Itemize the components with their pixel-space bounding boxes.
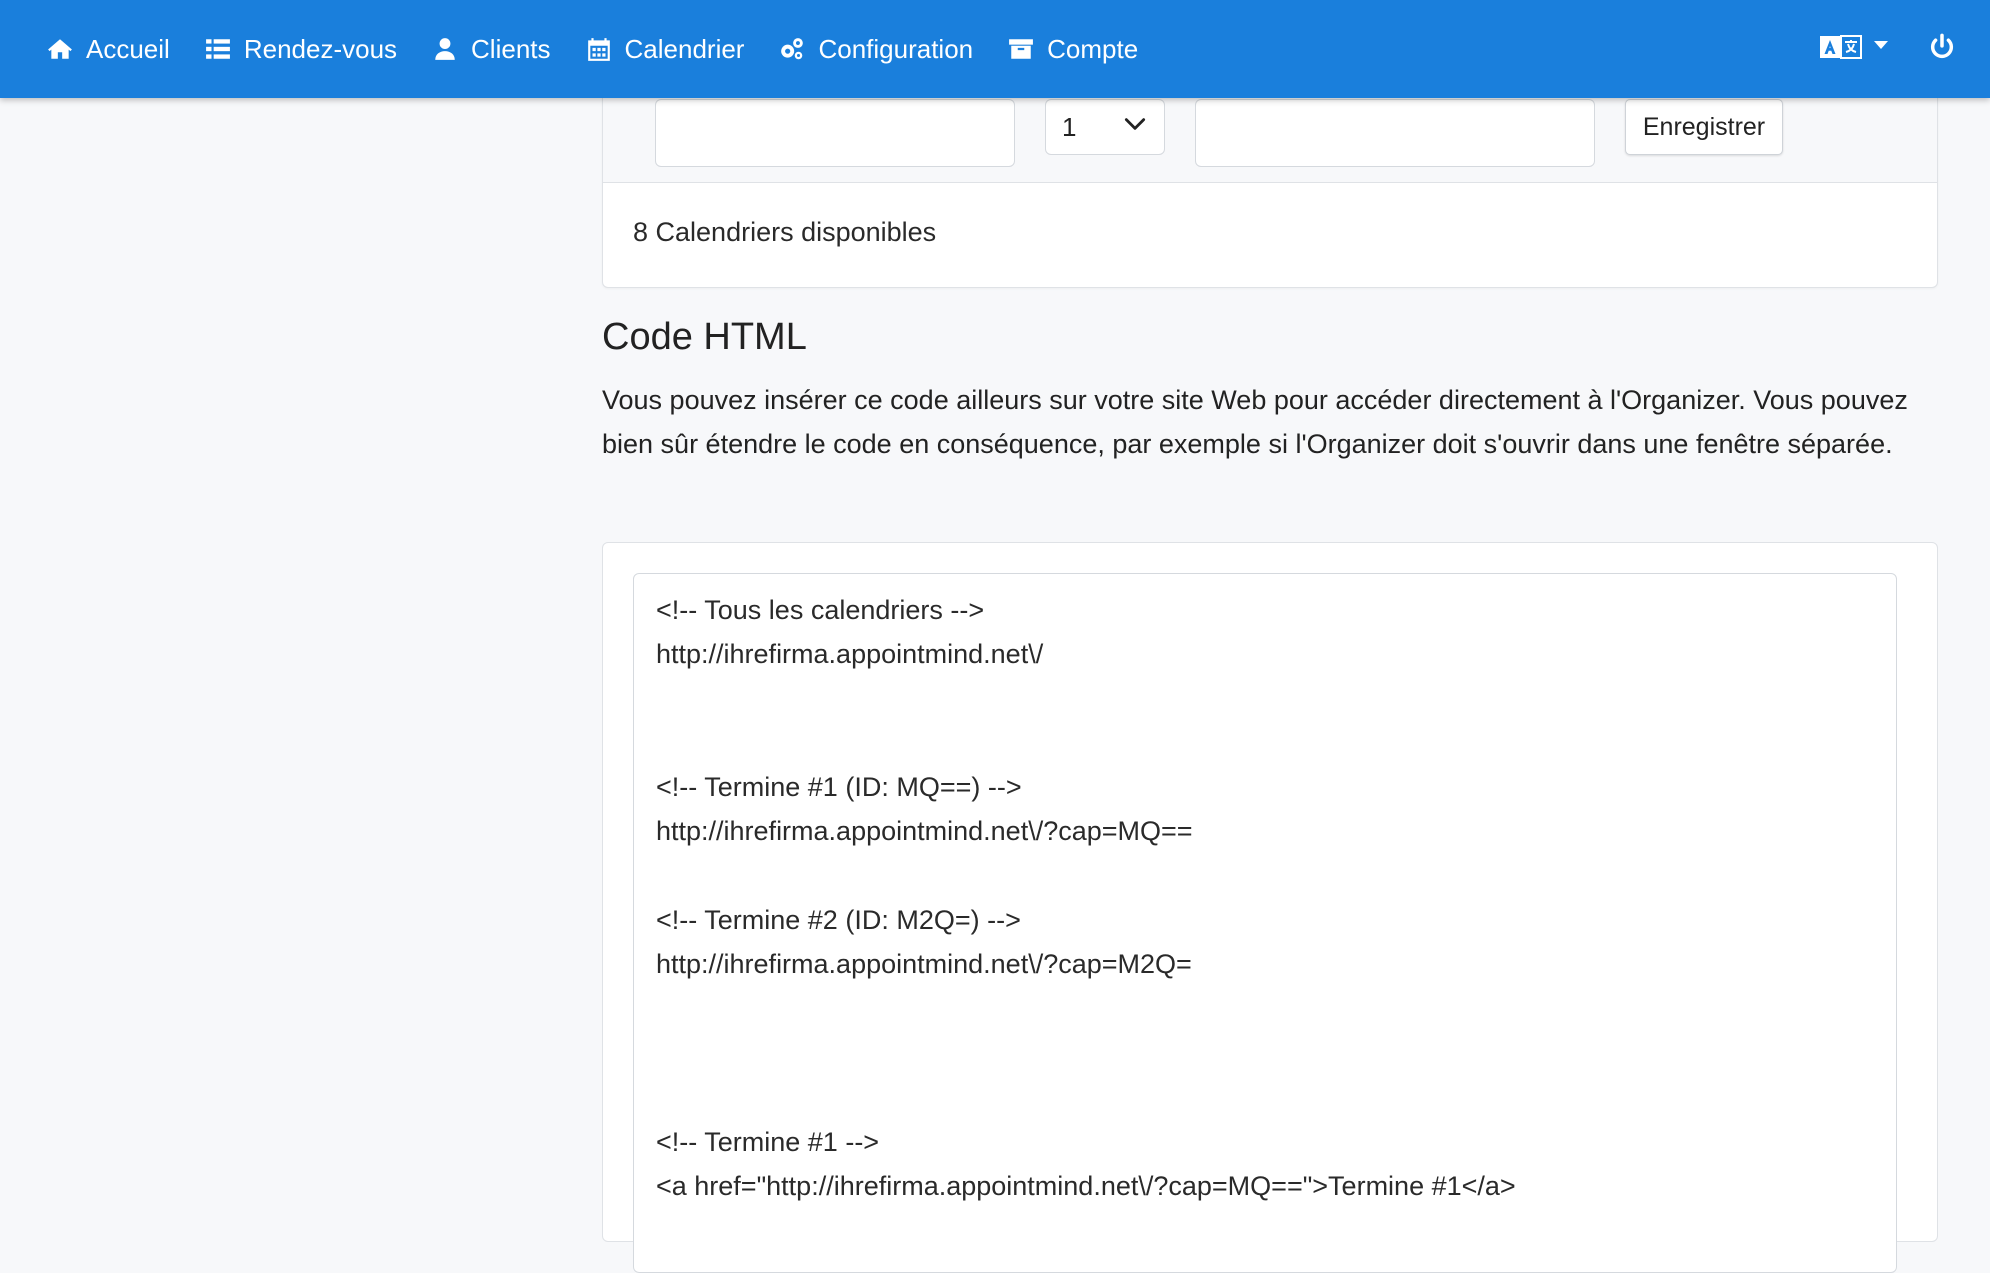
user-icon — [431, 35, 459, 63]
save-button[interactable]: Enregistrer — [1625, 99, 1783, 155]
quantity-select[interactable]: 1 — [1045, 99, 1165, 155]
select-value: 1 — [1062, 111, 1077, 142]
language-dropdown[interactable] — [1820, 34, 1888, 65]
nav-item-configuration[interactable]: Configuration — [778, 34, 973, 65]
calendars-count: 8 Calendriers disponibles — [633, 217, 937, 247]
nav-label: Accueil — [86, 33, 170, 64]
nav-label: Calendrier — [624, 33, 745, 64]
code-line: <!-- Termine #2 (ID: M2Q=) --> — [656, 905, 1021, 936]
logout-button[interactable] — [1928, 33, 1956, 66]
nav-right — [1820, 33, 1956, 66]
nav-label: Clients — [471, 33, 551, 64]
nav-item-clients[interactable]: Clients — [431, 33, 551, 65]
code-line: <!-- Tous les calendriers --> — [656, 595, 985, 625]
translate-icon — [1820, 34, 1862, 65]
power-icon — [1928, 33, 1956, 66]
code-line: <!-- Termine #1 (ID: MQ==) --> — [656, 772, 1022, 803]
code-line: <a href="http://ihrefirma.appointmind.ne… — [656, 1170, 1516, 1201]
section-title: Code HTML — [602, 316, 807, 358]
calendar-icon — [585, 35, 613, 63]
nav-item-compte[interactable]: Compte — [1007, 34, 1138, 65]
chevron-down-icon — [1122, 111, 1148, 144]
section-description: Vous pouvez insérer ce code ailleurs sur… — [602, 385, 1908, 459]
calendar-value-input[interactable] — [1195, 99, 1595, 167]
cogs-icon — [778, 35, 806, 63]
nav-label: Compte — [1047, 33, 1139, 64]
chevron-down-icon — [1874, 41, 1888, 49]
code-line: http://ihrefirma.appointmind.net\/?cap=M… — [656, 816, 1193, 847]
top-navbar: Accueil Rendez-vous Clients Calendrier C… — [0, 0, 1990, 98]
code-line: http://ihrefirma.appointmind.net\/?cap=M… — [656, 949, 1192, 980]
nav-label: Rendez-vous — [243, 33, 398, 64]
list-icon — [204, 35, 232, 63]
code-line: <!-- Termine #1 --> — [656, 1126, 880, 1157]
archive-icon — [1007, 35, 1035, 63]
nav-item-calendrier[interactable]: Calendrier — [585, 33, 745, 65]
nav-item-accueil[interactable]: Accueil — [46, 34, 170, 65]
nav-item-rendez-vous[interactable]: Rendez-vous — [204, 34, 397, 65]
code-line: http://ihrefirma.appointmind.net\/ — [656, 639, 1044, 670]
calendar-name-input[interactable] — [655, 99, 1015, 167]
home-icon — [46, 35, 74, 63]
html-code-card: <!-- Tous les calendriers --> http://ihr… — [602, 542, 1938, 1273]
nav-label: Configuration — [818, 33, 974, 64]
html-code-textarea[interactable]: <!-- Tous les calendriers --> http://ihr… — [633, 573, 1897, 1273]
nav-menu: Accueil Rendez-vous Clients Calendrier C… — [46, 34, 1820, 65]
